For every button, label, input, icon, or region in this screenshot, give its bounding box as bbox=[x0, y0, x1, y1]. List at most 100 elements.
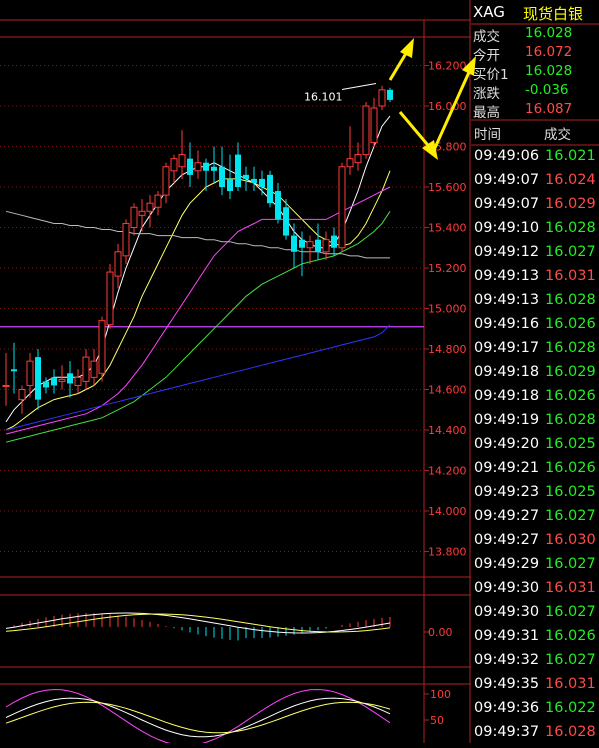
tick-time: 09:49:13 bbox=[474, 268, 540, 284]
quote-value: 16.028 bbox=[525, 25, 573, 41]
tick-time: 09:49:35 bbox=[474, 676, 540, 692]
tick-time: 09:49:17 bbox=[474, 340, 540, 356]
candle-body bbox=[235, 154, 241, 187]
candle-body bbox=[354, 154, 362, 164]
ma-line-5 bbox=[5, 210, 390, 259]
candle-body bbox=[178, 154, 186, 168]
tick-time: 09:49:10 bbox=[474, 220, 540, 236]
quote-header: XAG 现货白银 bbox=[471, 0, 599, 24]
tick-price: 16.031 bbox=[545, 580, 596, 596]
tick-price: 16.026 bbox=[545, 628, 596, 644]
candle-body bbox=[26, 360, 34, 386]
tick-time: 09:49:12 bbox=[474, 244, 540, 260]
candle-body bbox=[378, 89, 386, 107]
candle-body bbox=[138, 210, 146, 216]
y-tick-label: 14.000 bbox=[428, 505, 467, 518]
tick-price: 16.027 bbox=[545, 508, 596, 524]
quote-value: 16.028 bbox=[525, 63, 573, 79]
candle-body bbox=[251, 178, 257, 183]
tick-price: 16.021 bbox=[545, 148, 596, 164]
quote-value: 16.072 bbox=[525, 44, 573, 60]
candle-body bbox=[306, 241, 314, 249]
candle-body bbox=[114, 251, 122, 277]
tick-price: 16.022 bbox=[545, 700, 596, 716]
tick-price: 16.024 bbox=[545, 172, 596, 188]
tick-price: 16.031 bbox=[545, 268, 596, 284]
candle-body bbox=[18, 389, 26, 401]
candle-body bbox=[67, 373, 73, 384]
tick-time: 09:49:13 bbox=[474, 292, 540, 308]
tick-price: 16.030 bbox=[545, 532, 596, 548]
quote-label: 今开 bbox=[473, 48, 500, 64]
y-tick-label: 15.600 bbox=[428, 181, 467, 194]
candle-body bbox=[90, 360, 98, 378]
candle-body bbox=[74, 376, 82, 386]
candle-body bbox=[370, 107, 378, 143]
y-tick-label: 14.600 bbox=[428, 384, 467, 397]
candle-body bbox=[130, 206, 138, 228]
tick-time: 09:49:32 bbox=[474, 652, 540, 668]
tick-price: 16.027 bbox=[545, 604, 596, 620]
y-tick-label: 15.400 bbox=[428, 222, 467, 235]
macd-axis-label: 0.00 bbox=[428, 626, 453, 639]
arrow-up-short-head bbox=[400, 38, 414, 58]
tick-time: 09:49:21 bbox=[474, 460, 540, 476]
candle-body bbox=[187, 158, 193, 175]
candle-body bbox=[243, 174, 249, 179]
kdj-axis-label: 50 bbox=[430, 714, 444, 727]
ticks-col-time: 时间 bbox=[474, 127, 501, 143]
tick-price: 16.025 bbox=[545, 436, 596, 452]
candle-body bbox=[2, 384, 10, 387]
tick-time: 09:49:30 bbox=[474, 604, 540, 620]
candle-body bbox=[194, 162, 202, 172]
kdj-d bbox=[5, 701, 391, 734]
candle-body bbox=[267, 174, 273, 204]
tick-price: 16.029 bbox=[545, 196, 596, 212]
candle-body bbox=[283, 207, 289, 236]
kdj-axis-label: 100 bbox=[430, 688, 451, 701]
tick-price: 16.027 bbox=[545, 556, 596, 572]
candle-body bbox=[106, 271, 114, 326]
tick-price: 16.029 bbox=[545, 364, 596, 380]
candle-body bbox=[82, 356, 90, 382]
candle-body bbox=[35, 357, 41, 400]
candle-body bbox=[259, 178, 265, 187]
tick-price: 16.026 bbox=[545, 388, 596, 404]
tick-time: 09:49:29 bbox=[474, 556, 540, 572]
candle-body bbox=[51, 377, 57, 386]
high-label: 16.101 bbox=[304, 91, 343, 104]
candle-body bbox=[275, 191, 281, 220]
tick-price: 16.026 bbox=[545, 460, 596, 476]
tick-price: 16.028 bbox=[545, 724, 596, 740]
candle-body bbox=[387, 89, 393, 100]
candle-body bbox=[362, 105, 370, 156]
high-pointer bbox=[341, 83, 377, 91]
candle-body bbox=[299, 239, 305, 248]
tick-price: 16.028 bbox=[545, 340, 596, 356]
candle-body bbox=[58, 378, 66, 382]
ma-line-1 bbox=[5, 170, 391, 431]
candle-body bbox=[211, 166, 217, 171]
y-tick-label: 15.000 bbox=[428, 303, 467, 316]
tick-price: 16.028 bbox=[545, 292, 596, 308]
candle-body bbox=[146, 202, 154, 212]
kdj-j bbox=[5, 688, 391, 743]
arrow-down bbox=[398, 111, 434, 151]
quote-label: 买价1 bbox=[473, 67, 509, 83]
y-tick-label: 14.400 bbox=[428, 424, 467, 437]
candle-body bbox=[227, 178, 233, 192]
y-tick-label: 14.200 bbox=[428, 465, 467, 478]
tick-time: 09:49:19 bbox=[474, 412, 540, 428]
tick-time: 09:49:31 bbox=[474, 628, 540, 644]
y-tick-label: 14.800 bbox=[428, 343, 467, 356]
tick-price: 16.025 bbox=[545, 484, 596, 500]
candle-body bbox=[170, 158, 178, 172]
tick-time: 09:49:20 bbox=[474, 436, 540, 452]
tick-time: 09:49:06 bbox=[474, 148, 540, 164]
candle-body bbox=[322, 239, 330, 253]
tick-price: 16.028 bbox=[545, 220, 596, 236]
y-tick-label: 15.200 bbox=[428, 262, 467, 275]
candle-body bbox=[11, 369, 17, 372]
candle-body bbox=[291, 235, 297, 252]
candle-body bbox=[43, 381, 49, 388]
